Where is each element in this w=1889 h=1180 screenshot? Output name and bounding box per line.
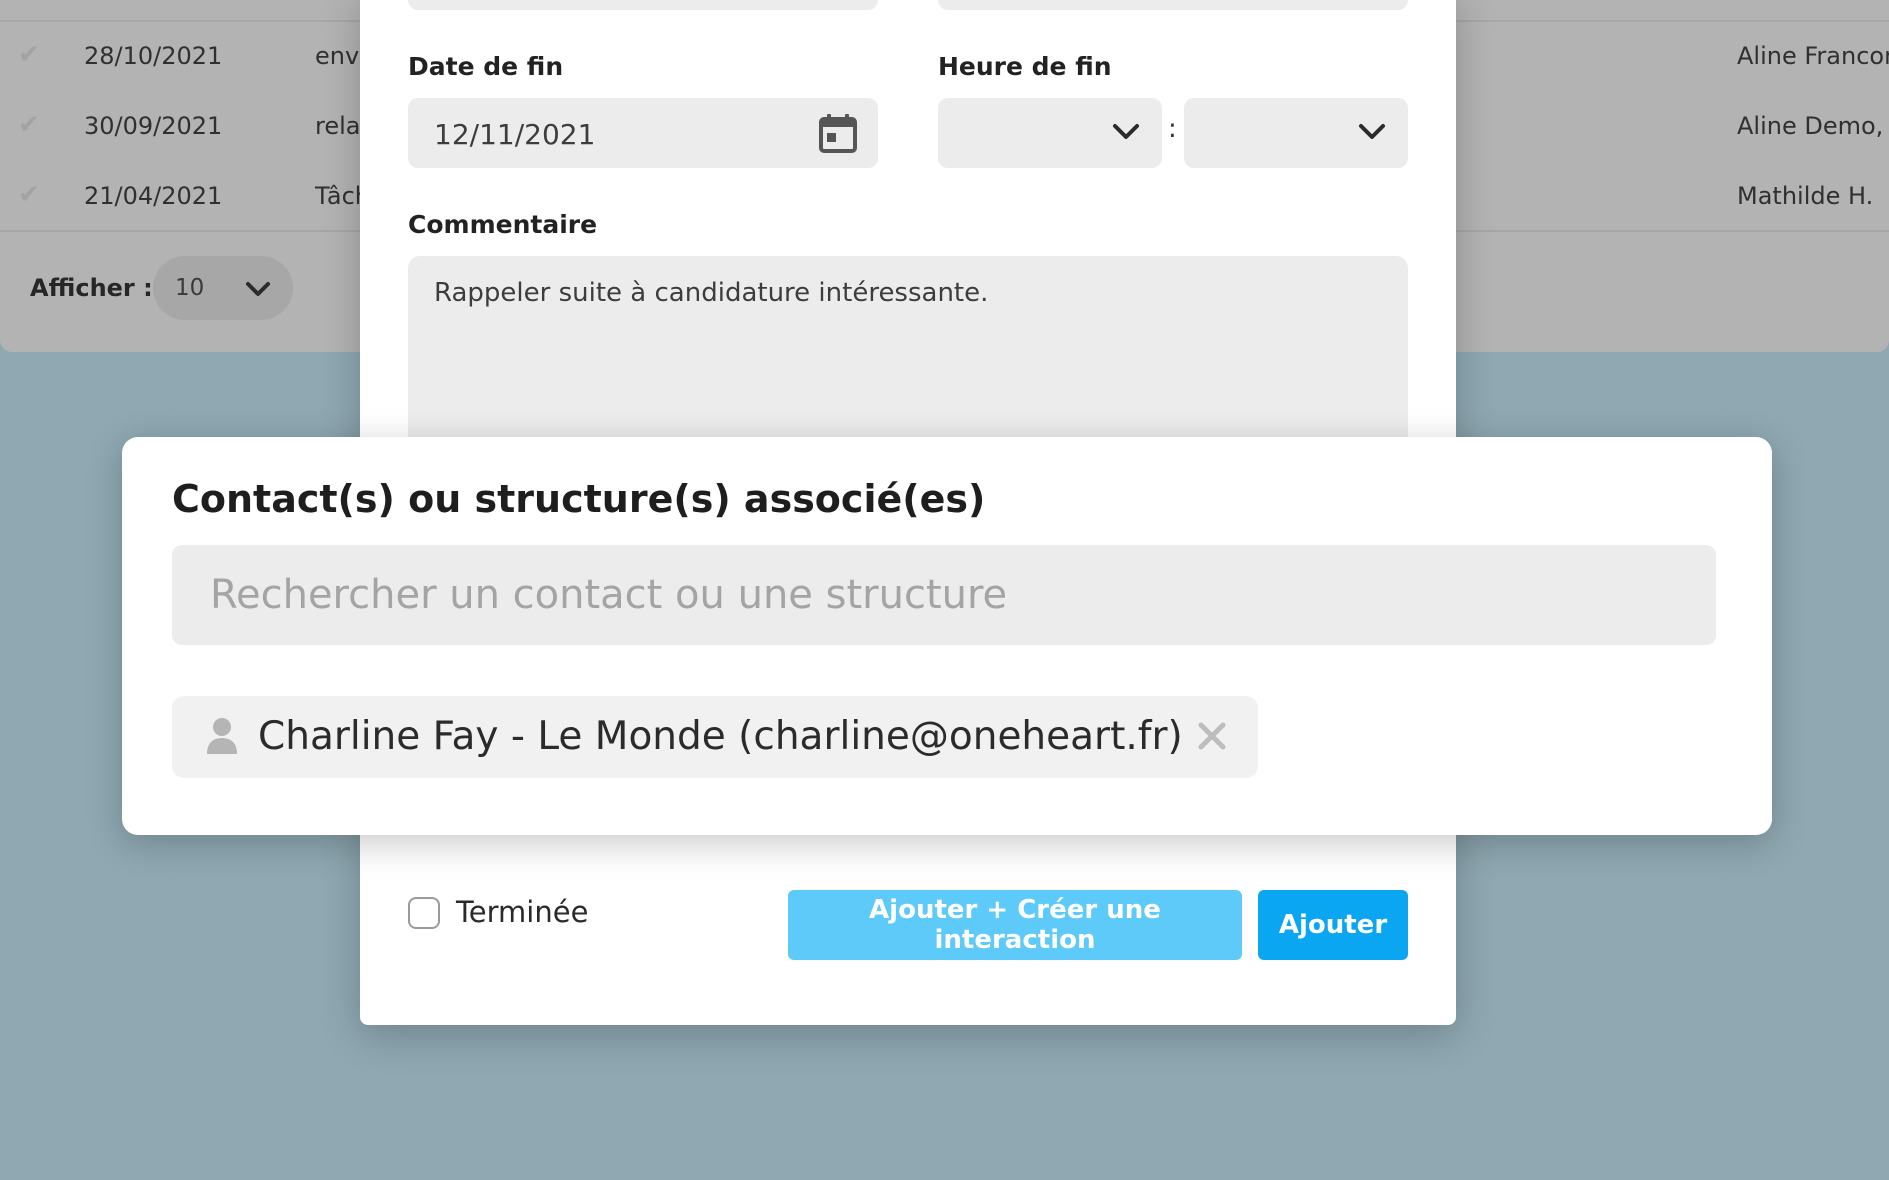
add-and-create-interaction-button[interactable]: Ajouter + Créer une interaction <box>788 890 1242 960</box>
contact-search-input[interactable] <box>172 545 1716 645</box>
done-checkbox[interactable] <box>408 897 440 929</box>
page-size-select[interactable]: 10 <box>153 256 293 320</box>
end-date-value: 12/11/2021 <box>434 118 596 151</box>
start-time-field[interactable] <box>938 0 1408 10</box>
start-date-field[interactable] <box>408 0 878 10</box>
associated-contacts-card: Contact(s) ou structure(s) associé(es) C… <box>122 437 1772 835</box>
chevron-down-icon <box>1359 124 1385 139</box>
done-label: Terminée <box>456 895 589 929</box>
page-size-value: 10 <box>175 275 205 301</box>
selected-contact-chip: Charline Fay - Le Monde (charline@onehea… <box>172 696 1258 778</box>
end-date-input[interactable]: 12/11/2021 <box>408 98 878 168</box>
row-owner: Aline Demo, M <box>1737 112 1889 140</box>
person-icon <box>207 718 237 754</box>
comment-textarea[interactable]: Rappeler suite à candidature intéressant… <box>408 256 1408 456</box>
row-date: 30/09/2021 <box>84 112 223 140</box>
check-icon: ✔ <box>18 180 40 210</box>
contacts-title: Contact(s) ou structure(s) associé(es) <box>172 477 986 521</box>
comment-value: Rappeler suite à candidature intéressant… <box>434 278 989 308</box>
calendar-icon[interactable] <box>818 112 858 154</box>
check-icon: ✔ <box>18 110 40 140</box>
chevron-down-icon <box>1113 124 1139 139</box>
check-icon: ✔ <box>18 40 40 70</box>
row-owner: Aline Francon <box>1737 42 1889 70</box>
time-separator: : <box>1168 114 1177 144</box>
row-owner: Mathilde H. <box>1737 182 1874 210</box>
end-time-label: Heure de fin <box>938 52 1112 81</box>
end-hour-select[interactable] <box>938 98 1162 168</box>
page-size-label: Afficher : <box>30 274 153 302</box>
row-date: 28/10/2021 <box>84 42 223 70</box>
selected-contact-label: Charline Fay - Le Monde (charline@onehea… <box>258 714 1183 759</box>
add-button[interactable]: Ajouter <box>1258 890 1408 960</box>
end-minute-select[interactable] <box>1184 98 1408 168</box>
chevron-down-icon <box>246 282 270 296</box>
close-icon[interactable] <box>1196 720 1228 752</box>
comment-label: Commentaire <box>408 210 598 239</box>
end-date-label: Date de fin <box>408 52 564 81</box>
row-date: 21/04/2021 <box>84 182 223 210</box>
